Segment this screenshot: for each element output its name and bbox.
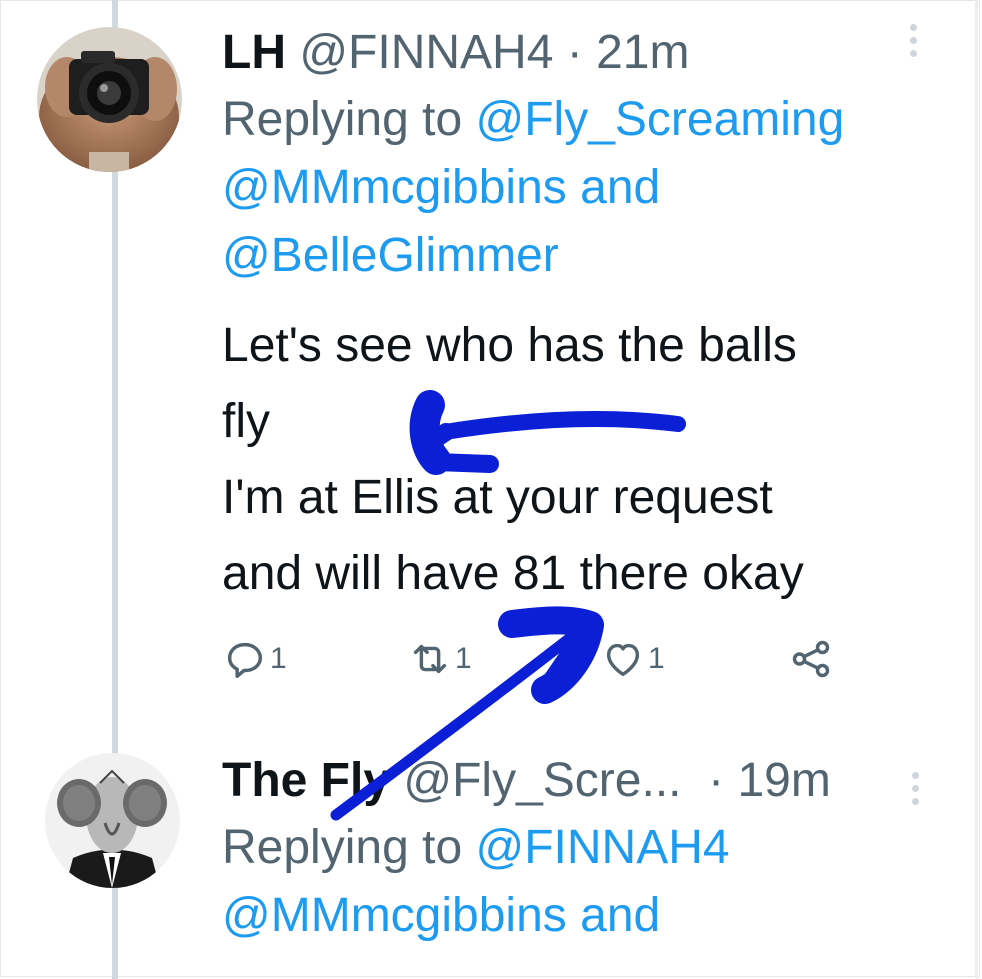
arrow-pointing-up (330, 606, 604, 821)
annotation-overlay (330, 390, 686, 821)
arrow-pointing-left (409, 390, 686, 475)
